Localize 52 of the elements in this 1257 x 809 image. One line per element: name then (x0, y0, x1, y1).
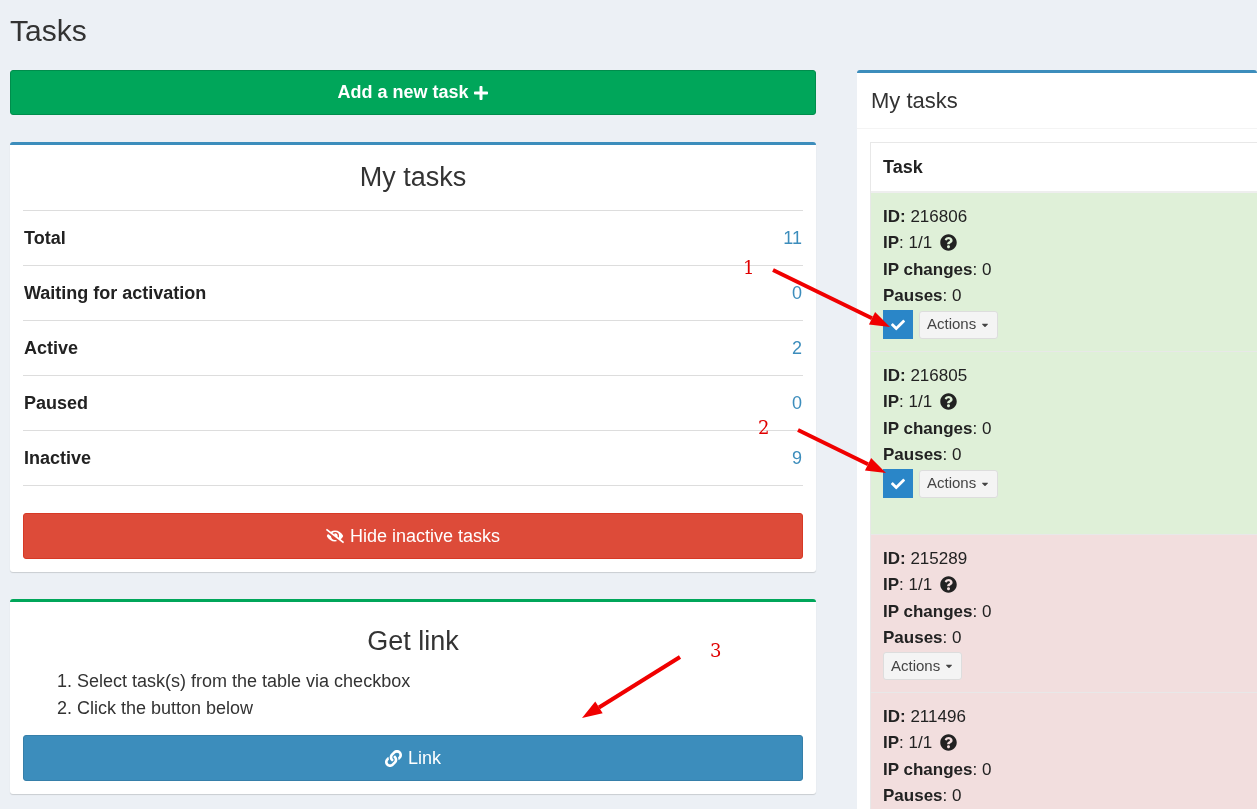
task-ip-changes: IP changes: 0 (883, 758, 992, 781)
task-pauses: Pauses: 0 (883, 285, 962, 307)
stat-label: Total (24, 226, 66, 250)
panel-title: Get link (367, 624, 459, 658)
link-button[interactable]: Link (23, 735, 803, 781)
check-icon (891, 317, 905, 332)
annotation-number: 3 (710, 642, 722, 660)
stat-value[interactable]: 0 (792, 279, 802, 307)
stat-value[interactable]: 2 (792, 334, 802, 362)
stat-label: Paused (24, 391, 89, 415)
task-id: ID: 215289 (883, 547, 968, 570)
stat-value[interactable]: 0 (792, 389, 802, 417)
actions-dropdown[interactable]: Actions (883, 652, 963, 680)
instruction-step: 1. Select task(s) from the table via checkbox (57, 668, 803, 695)
page-title: Tasks (10, 13, 87, 49)
plus-icon (472, 84, 489, 101)
task-pauses: Pauses: 0 (883, 785, 962, 807)
task-ip-changes: IP changes: 0 (883, 258, 992, 281)
task-id: ID: 211496 (883, 705, 966, 728)
actions-dropdown[interactable]: Actions (919, 310, 999, 339)
panel-title: My tasks (871, 87, 958, 115)
task-pauses: Pauses: 0 (883, 444, 962, 466)
instruction-step: 2. Click the button below (57, 695, 803, 722)
check-icon (891, 476, 905, 491)
help-icon[interactable] (940, 234, 958, 252)
task-pauses: Pauses: 0 (883, 627, 962, 649)
help-icon[interactable] (940, 576, 958, 594)
stat-value[interactable]: 11 (783, 224, 802, 252)
task-ip-changes: IP changes: 0 (883, 600, 992, 623)
column-header: Task (883, 155, 923, 179)
stat-label: Active (24, 336, 79, 360)
help-icon[interactable] (940, 734, 958, 752)
eye-slash-icon (325, 527, 344, 545)
link-icon (385, 749, 402, 767)
task-ip: IP: 1/1 (883, 574, 933, 596)
task-ip: IP: 1/1 (883, 232, 933, 254)
stat-value[interactable]: 9 (792, 444, 802, 472)
stat-label: Waiting for activation (24, 281, 207, 305)
actions-dropdown[interactable]: Actions (919, 469, 999, 498)
task-ip-changes: IP changes: 0 (883, 417, 992, 440)
help-icon[interactable] (940, 393, 958, 411)
checkbox[interactable] (883, 310, 913, 339)
task-id: ID: 216805 (883, 364, 968, 387)
add-task-button[interactable]: Add a new task (10, 70, 816, 115)
stat-label: Inactive (24, 446, 92, 470)
task-ip: IP: 1/1 (883, 732, 933, 754)
task-id: ID: 216806 (883, 205, 968, 228)
checkbox[interactable] (883, 469, 913, 498)
task-ip: IP: 1/1 (883, 391, 933, 413)
panel-title: My tasks (23, 145, 803, 211)
annotation-number: 1 (743, 259, 755, 277)
annotation-number: 2 (758, 419, 770, 437)
